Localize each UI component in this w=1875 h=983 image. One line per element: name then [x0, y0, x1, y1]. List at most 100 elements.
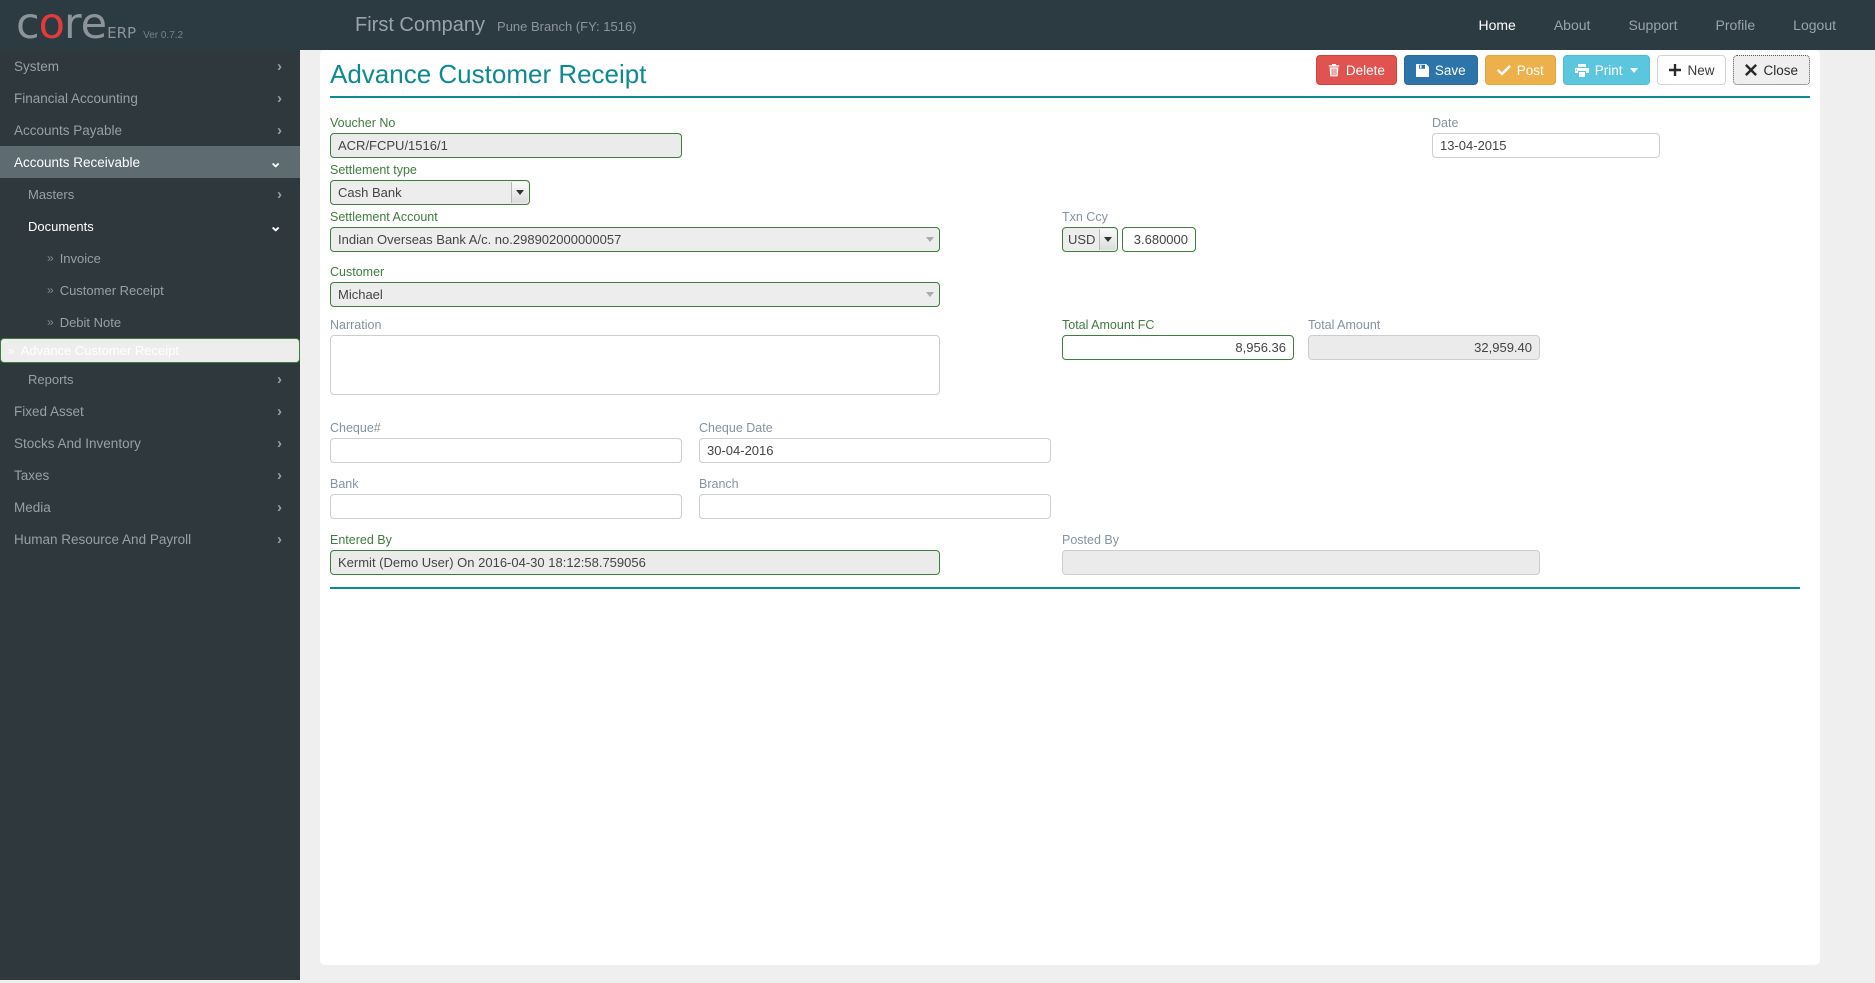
brand-logo[interactable]: core ERP Ver 0.7.2 — [0, 0, 300, 50]
sidebar-item-label: Stocks And Inventory — [14, 435, 141, 451]
settlement-account-value: Indian Overseas Bank A/c. no.29890200000… — [338, 232, 622, 247]
sidebar-item-documents[interactable]: Documents ⌄ — [0, 210, 300, 242]
toolbar: Delete Save Post Print New Close — [1309, 55, 1810, 85]
panel-header: Advance Customer Receipt Delete Save Pos… — [330, 50, 1810, 98]
sidebar-item-invoice[interactable]: » Invoice — [0, 242, 300, 274]
exchange-rate-input[interactable]: 3.680000 — [1122, 227, 1196, 252]
cheque-no-label: Cheque# — [330, 421, 381, 435]
check-icon — [1496, 64, 1511, 76]
sidebar: System › Financial Accounting › Accounts… — [0, 50, 300, 980]
version-label: Ver 0.7.2 — [143, 30, 184, 41]
advance-customer-receipt-form: Voucher No ACR/FCPU/1516/1 Date 13-04-20… — [320, 98, 1820, 589]
bank-input[interactable] — [330, 494, 682, 519]
post-button[interactable]: Post — [1484, 55, 1556, 85]
content-panel: Advance Customer Receipt Delete Save Pos… — [320, 50, 1820, 965]
chevron-right-icon: › — [277, 530, 282, 548]
sidebar-item-label: Debit Note — [59, 314, 122, 330]
nav-link-support[interactable]: Support — [1609, 17, 1696, 33]
sidebar-item-financial-accounting[interactable]: Financial Accounting › — [0, 82, 300, 114]
sidebar-item-debit-note[interactable]: » Debit Note — [0, 306, 300, 338]
sidebar-item-label: Taxes — [14, 467, 50, 483]
print-button[interactable]: Print — [1562, 55, 1651, 85]
sidebar-item-stocks-and-inventory[interactable]: Stocks And Inventory › — [0, 427, 300, 459]
logo-letter-e: e — [80, 0, 107, 49]
cheque-no-input[interactable] — [330, 438, 682, 463]
chevron-right-icon: › — [277, 185, 282, 203]
field-cheque-date: Cheque Date 30-04-2016 — [699, 421, 1051, 463]
sidebar-item-system[interactable]: System › — [0, 50, 300, 82]
sidebar-item-reports[interactable]: Reports › — [0, 363, 300, 395]
top-navbar: core ERP Ver 0.7.2 First Company Pune Br… — [0, 0, 1875, 50]
branch-label: Branch — [699, 477, 739, 491]
sidebar-item-label: Advance Customer Receipt — [20, 343, 179, 358]
bullet-icon: » — [47, 315, 54, 329]
narration-label: Narration — [330, 318, 382, 332]
section-divider — [330, 587, 1800, 589]
nav-link-profile[interactable]: Profile — [1696, 17, 1774, 33]
chevron-down-icon[interactable] — [921, 229, 938, 250]
chevron-right-icon: › — [277, 498, 282, 516]
chevron-right-icon: › — [277, 402, 282, 420]
chevron-right-icon: › — [277, 57, 282, 75]
nav-link-about[interactable]: About — [1535, 17, 1610, 33]
field-total-amount-fc: Total Amount FC 8,956.36 — [1062, 318, 1294, 360]
plus-icon — [1669, 64, 1682, 76]
print-button-label: Print — [1594, 62, 1623, 78]
voucher-no-input[interactable]: ACR/FCPU/1516/1 — [330, 133, 682, 158]
sidebar-item-label: Accounts Receivable — [14, 154, 141, 170]
field-total-amount: Total Amount 32,959.40 — [1308, 318, 1540, 360]
sidebar-item-human-resource-and-payroll[interactable]: Human Resource And Payroll › — [0, 523, 300, 555]
post-button-label: Post — [1516, 62, 1544, 78]
sidebar-item-label: Fixed Asset — [14, 403, 84, 419]
save-button-label: Save — [1434, 62, 1466, 78]
txn-ccy-label: Txn Ccy — [1062, 210, 1108, 224]
sidebar-item-accounts-payable[interactable]: Accounts Payable › — [0, 114, 300, 146]
sidebar-item-label: Human Resource And Payroll — [14, 531, 192, 547]
settlement-type-value: Cash Bank — [338, 185, 402, 200]
save-button[interactable]: Save — [1403, 55, 1478, 85]
sidebar-item-label: Media — [14, 499, 51, 515]
primary-nav: Home About Support Profile Logout — [1459, 17, 1875, 33]
settlement-account-label: Settlement Account — [330, 210, 438, 224]
field-posted-by: Posted By — [1062, 533, 1540, 575]
chevron-down-icon[interactable] — [1099, 229, 1116, 250]
sidebar-item-fixed-asset[interactable]: Fixed Asset › — [0, 395, 300, 427]
branch-input[interactable] — [699, 494, 1051, 519]
nav-link-logout[interactable]: Logout — [1774, 17, 1855, 33]
sidebar-item-label: Reports — [28, 371, 74, 387]
chevron-down-icon[interactable] — [511, 182, 528, 203]
sidebar-item-media[interactable]: Media › — [0, 491, 300, 523]
sidebar-item-label: System — [14, 58, 60, 74]
total-amount-fc-input[interactable]: 8,956.36 — [1062, 335, 1294, 360]
settlement-type-select[interactable]: Cash Bank — [330, 180, 530, 205]
entered-by-label: Entered By — [330, 533, 392, 547]
date-label: Date — [1432, 116, 1459, 130]
sidebar-item-taxes[interactable]: Taxes › — [0, 459, 300, 491]
close-button-label: Close — [1763, 62, 1798, 78]
page-title: Advance Customer Receipt — [330, 59, 647, 89]
delete-button[interactable]: Delete — [1315, 55, 1397, 85]
close-icon — [1745, 64, 1758, 76]
settlement-account-select[interactable]: Indian Overseas Bank A/c. no.29890200000… — [330, 227, 940, 252]
chevron-down-icon: ⌄ — [269, 153, 282, 171]
field-cheque-no: Cheque# — [330, 421, 682, 463]
txn-ccy-select[interactable]: USD — [1062, 227, 1118, 252]
chevron-down-icon[interactable] — [921, 284, 938, 305]
close-button[interactable]: Close — [1733, 55, 1810, 85]
bullet-icon: » — [47, 283, 54, 297]
sidebar-item-advance-customer-receipt[interactable]: » Advance Customer Receipt — [0, 338, 300, 363]
field-settlement-account: Settlement Account Indian Overseas Bank … — [330, 210, 940, 252]
printer-icon — [1574, 63, 1589, 77]
company-branch: Pune Branch (FY: 1516) — [497, 18, 637, 34]
date-input[interactable]: 13-04-2015 — [1432, 133, 1660, 158]
total-amount-fc-label: Total Amount FC — [1062, 318, 1155, 332]
sidebar-item-customer-receipt[interactable]: » Customer Receipt — [0, 274, 300, 306]
narration-textarea[interactable] — [330, 335, 940, 395]
customer-select[interactable]: Michael — [330, 282, 940, 307]
new-button[interactable]: New — [1657, 55, 1727, 85]
sidebar-item-accounts-receivable[interactable]: Accounts Receivable ⌄ — [0, 146, 300, 178]
cheque-date-input[interactable]: 30-04-2016 — [699, 438, 1051, 463]
chevron-right-icon: › — [277, 121, 282, 139]
nav-link-home[interactable]: Home — [1459, 17, 1534, 33]
sidebar-item-masters[interactable]: Masters › — [0, 178, 300, 210]
